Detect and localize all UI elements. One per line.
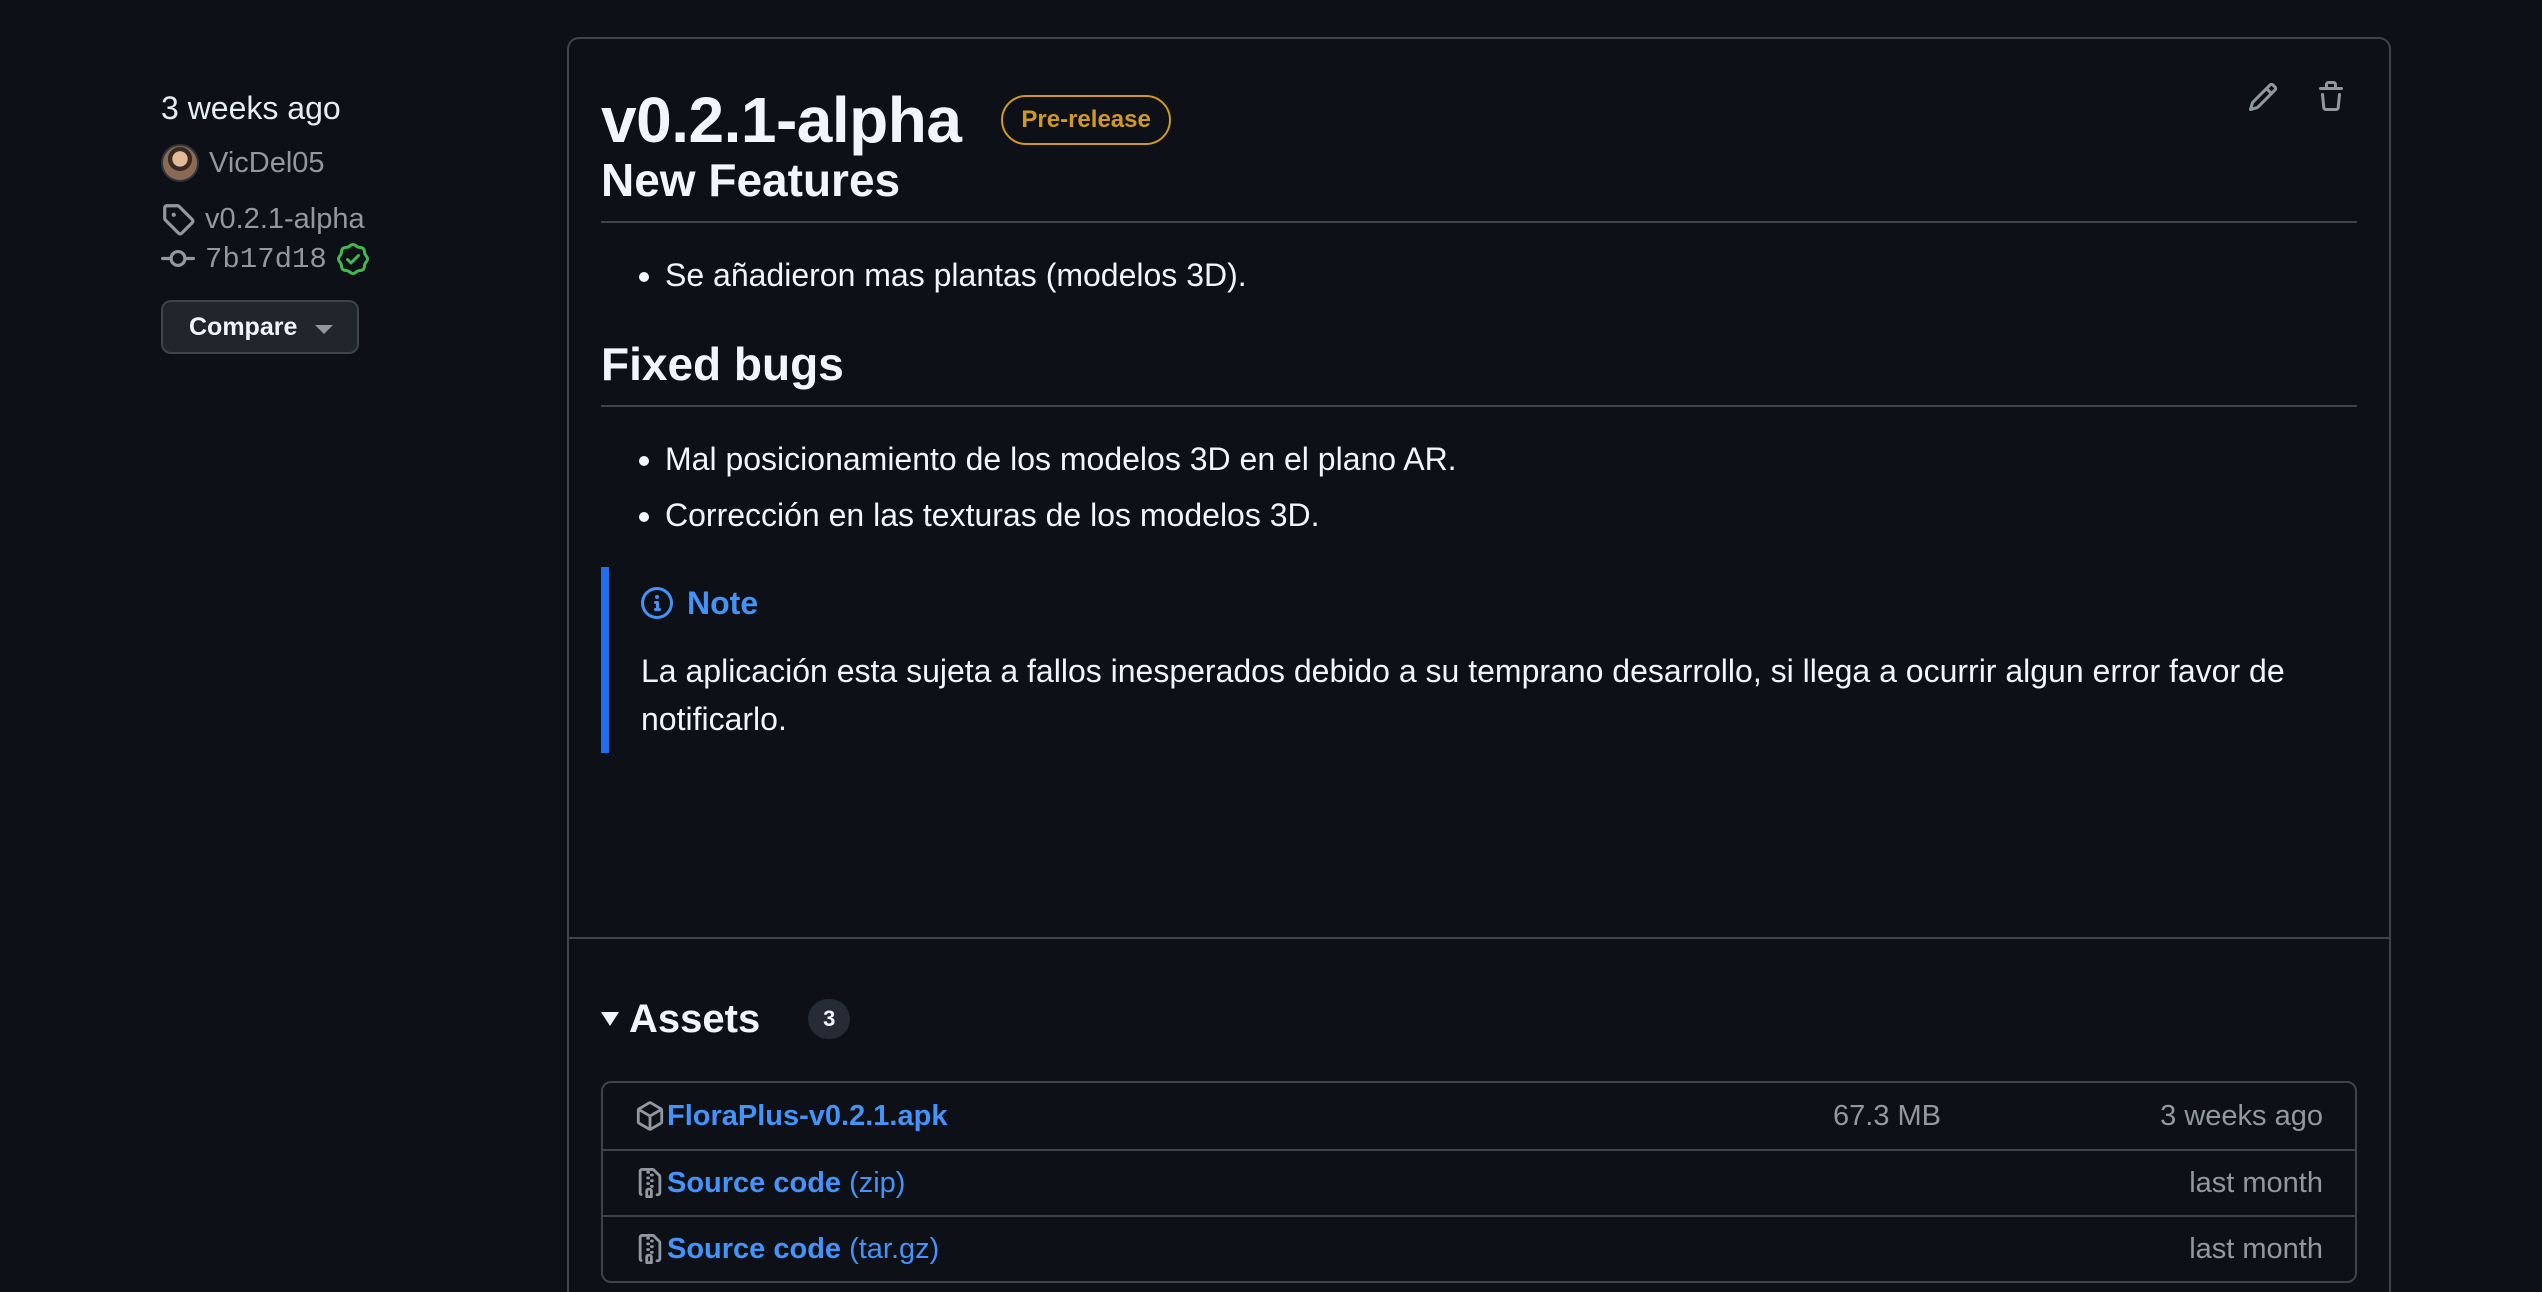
file-zip-icon: [638, 1168, 662, 1198]
release-card: v0.2.1-alpha Pre-release New Features Se…: [567, 37, 2391, 1292]
release-actions: [2247, 81, 2347, 113]
note-text: La aplicación esta sujeta a fallos inesp…: [641, 653, 2285, 737]
asset-ext[interactable]: (tar.gz): [849, 1233, 939, 1266]
list-item: Se añadieron mas plantas (modelos 3D).: [665, 247, 2357, 303]
assets-title: Assets: [629, 996, 761, 1041]
chevron-down-icon: [315, 324, 334, 334]
asset-size: 67.3 MB: [1833, 1099, 1941, 1132]
asset-ext[interactable]: (zip): [849, 1167, 905, 1200]
asset-name-cell: Source code (tar.gz): [635, 1233, 1833, 1266]
asset-link[interactable]: Source code: [667, 1167, 841, 1200]
compare-label: Compare: [189, 312, 298, 341]
release-sidebar: 3 weeks ago VicDel05 v0.2.1-alpha 7b17d1…: [161, 86, 541, 354]
package-icon: [636, 1101, 664, 1131]
note-callout: Note La aplicación esta sujeta a fallos …: [601, 567, 2357, 753]
info-icon: [641, 587, 673, 619]
caret-down-icon: [601, 1012, 619, 1026]
asset-link[interactable]: FloraPlus-v0.2.1.apk: [667, 1100, 947, 1133]
section-heading-fixed-bugs: Fixed bugs: [601, 337, 2357, 407]
list-item: Mal posicionamiento de los modelos 3D en…: [665, 431, 2357, 487]
assets-toggle[interactable]: Assets 3: [601, 979, 2357, 1059]
avatar[interactable]: [161, 144, 199, 182]
asset-row: Source code (tar.gz) last month: [603, 1215, 2355, 1281]
fixed-bugs-list: Mal posicionamiento de los modelos 3D en…: [601, 431, 2357, 543]
tag-row[interactable]: v0.2.1-alpha: [161, 202, 541, 236]
assets-divider: [569, 937, 2389, 939]
assets-section: Assets 3 FloraPlus-v0.2.1.apk 67.3 MB 3 …: [601, 979, 2357, 1283]
prerelease-badge: Pre-release: [1001, 95, 1171, 145]
list-item: Corrección en las texturas de los modelo…: [665, 487, 2357, 543]
commit-row[interactable]: 7b17d18: [161, 242, 541, 276]
release-date: 3 weeks ago: [161, 90, 341, 126]
release-body: v0.2.1-alpha Pre-release New Features Se…: [569, 39, 2389, 753]
new-features-list: Se añadieron mas plantas (modelos 3D).: [601, 247, 2357, 303]
section-heading-new-features: New Features: [601, 153, 2357, 223]
note-title: Note: [687, 584, 759, 621]
commit-icon: [161, 249, 195, 267]
assets-title-wrap[interactable]: Assets: [601, 997, 760, 1042]
author-row[interactable]: VicDel05: [161, 144, 541, 182]
asset-row: Source code (zip) last month: [603, 1149, 2355, 1215]
tag-icon: [163, 204, 195, 236]
release-page: 3 weeks ago VicDel05 v0.2.1-alpha 7b17d1…: [0, 0, 2542, 1292]
asset-date: 3 weeks ago: [2160, 1099, 2323, 1132]
file-zip-icon: [638, 1234, 662, 1264]
asset-date: last month: [2189, 1166, 2323, 1199]
release-title[interactable]: v0.2.1-alpha: [601, 83, 962, 157]
trash-icon[interactable]: [2315, 81, 2347, 113]
compare-button[interactable]: Compare: [161, 300, 360, 354]
assets-list: FloraPlus-v0.2.1.apk 67.3 MB 3 weeks ago…: [601, 1081, 2357, 1283]
asset-row: FloraPlus-v0.2.1.apk 67.3 MB 3 weeks ago: [603, 1083, 2355, 1149]
assets-count: 3: [808, 999, 851, 1039]
author-link[interactable]: VicDel05: [209, 147, 325, 180]
verified-icon[interactable]: [336, 243, 369, 275]
tag-link[interactable]: v0.2.1-alpha: [205, 203, 365, 236]
asset-name-cell: Source code (zip): [635, 1167, 1833, 1200]
asset-date: last month: [2189, 1232, 2323, 1265]
note-title-row: Note: [641, 577, 2357, 629]
commit-link[interactable]: 7b17d18: [205, 243, 327, 276]
pencil-icon[interactable]: [2247, 81, 2279, 113]
release-notes: New Features Se añadieron mas plantas (m…: [601, 153, 2357, 753]
asset-name-cell: FloraPlus-v0.2.1.apk: [635, 1100, 1833, 1133]
asset-link[interactable]: Source code: [667, 1233, 841, 1266]
